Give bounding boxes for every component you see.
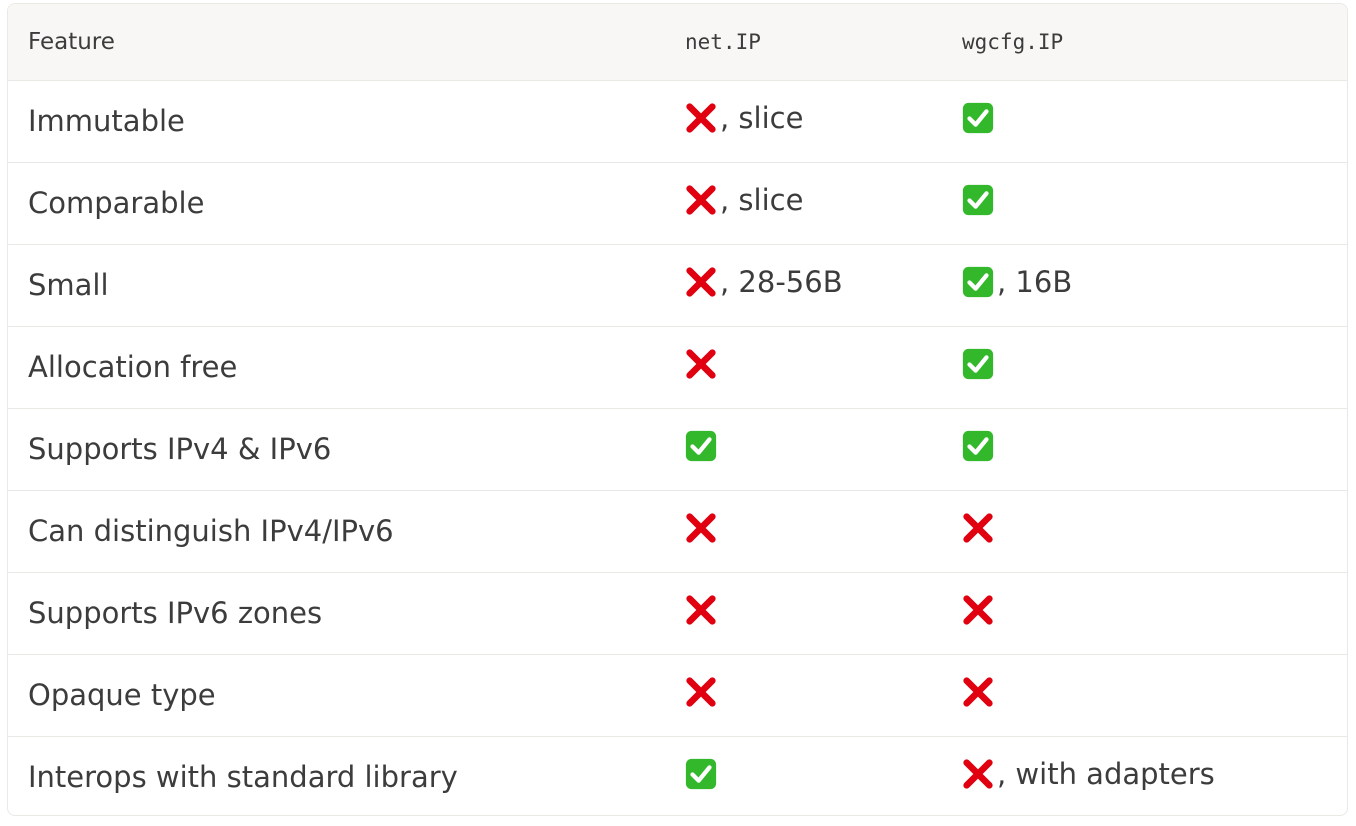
wgcfg-ip-cell <box>941 490 1347 573</box>
feature-comparison-table: Feature net.IP wgcfg.IP Immutable , slic… <box>7 3 1348 816</box>
cross-mark-icon <box>963 512 993 543</box>
check-mark-icon <box>962 102 994 133</box>
table-header-row: Feature net.IP wgcfg.IP <box>8 4 1347 81</box>
table-row: Comparable , slice <box>8 162 1347 245</box>
cell-note: , slice <box>720 100 804 135</box>
net-ip-cell <box>664 736 941 815</box>
feature-cell: Allocation free <box>8 326 664 409</box>
check-mark-icon <box>962 430 994 461</box>
wgcfg-ip-cell <box>941 326 1347 409</box>
wgcfg-ip-cell <box>941 654 1347 737</box>
feature-label: Small <box>28 268 109 302</box>
cross-mark-icon <box>686 102 716 133</box>
net-ip-cell: , slice <box>664 80 941 163</box>
cell-note: , slice <box>720 182 804 217</box>
feature-label: Opaque type <box>28 678 216 712</box>
table-row: Supports IPv6 zones <box>8 572 1347 655</box>
table-row: Interops with standard library , with ad… <box>8 736 1347 815</box>
comparison-table: Feature net.IP wgcfg.IP Immutable , slic… <box>8 4 1347 815</box>
cross-mark-icon <box>686 594 716 625</box>
cross-mark-icon <box>963 676 993 707</box>
check-mark-icon <box>962 348 994 379</box>
feature-cell: Comparable <box>8 162 664 245</box>
cross-mark-icon <box>963 759 993 789</box>
feature-label: Can distinguish IPv4/IPv6 <box>28 514 394 548</box>
net-ip-cell <box>664 408 941 491</box>
cell-note: , with adapters <box>997 756 1215 791</box>
feature-cell: Supports IPv6 zones <box>8 572 664 655</box>
table-row: Allocation free <box>8 326 1347 409</box>
feature-label: Supports IPv6 zones <box>28 596 323 630</box>
feature-label: Interops with standard library <box>28 760 458 795</box>
table-row: Small , 28-56B , 16B <box>8 244 1347 327</box>
cross-mark-icon <box>963 594 993 625</box>
check-mark-icon <box>685 430 717 461</box>
table-row: Immutable , slice <box>8 80 1347 163</box>
check-mark-icon <box>962 184 994 215</box>
feature-cell: Interops with standard library <box>8 736 664 815</box>
net-ip-cell <box>664 654 941 737</box>
header-wgcfg-ip: wgcfg.IP <box>941 4 1347 81</box>
wgcfg-ip-cell <box>941 162 1347 245</box>
net-ip-cell <box>664 572 941 655</box>
feature-label: Supports IPv4 & IPv6 <box>28 432 332 466</box>
wgcfg-ip-cell <box>941 572 1347 655</box>
table-row: Can distinguish IPv4/IPv6 <box>8 490 1347 573</box>
net-ip-cell <box>664 490 941 573</box>
header-feature: Feature <box>8 4 664 81</box>
feature-cell: Can distinguish IPv4/IPv6 <box>8 490 664 573</box>
feature-cell: Immutable <box>8 80 664 163</box>
net-ip-cell: , slice <box>664 162 941 245</box>
table-row: Supports IPv4 & IPv6 <box>8 408 1347 491</box>
cell-note: , 16B <box>997 264 1073 299</box>
wgcfg-ip-cell: , 16B <box>941 244 1347 327</box>
net-ip-cell: , 28-56B <box>664 244 941 327</box>
net-ip-cell <box>664 326 941 409</box>
check-mark-icon <box>962 266 994 297</box>
cross-mark-icon <box>686 676 716 707</box>
wgcfg-ip-cell <box>941 408 1347 491</box>
feature-label: Comparable <box>28 186 205 220</box>
feature-label: Allocation free <box>28 350 238 384</box>
wgcfg-ip-cell: , with adapters <box>941 736 1347 815</box>
check-mark-icon <box>685 758 717 789</box>
table-row: Opaque type <box>8 654 1347 737</box>
wgcfg-ip-cell <box>941 80 1347 163</box>
header-net-ip: net.IP <box>664 4 941 81</box>
cross-mark-icon <box>686 512 716 543</box>
feature-cell: Small <box>8 244 664 327</box>
feature-label: Immutable <box>28 104 185 138</box>
cell-note: , 28-56B <box>720 264 843 299</box>
cross-mark-icon <box>686 184 716 215</box>
feature-cell: Opaque type <box>8 654 664 737</box>
cross-mark-icon <box>686 348 716 379</box>
feature-cell: Supports IPv4 & IPv6 <box>8 408 664 491</box>
cross-mark-icon <box>686 266 716 297</box>
